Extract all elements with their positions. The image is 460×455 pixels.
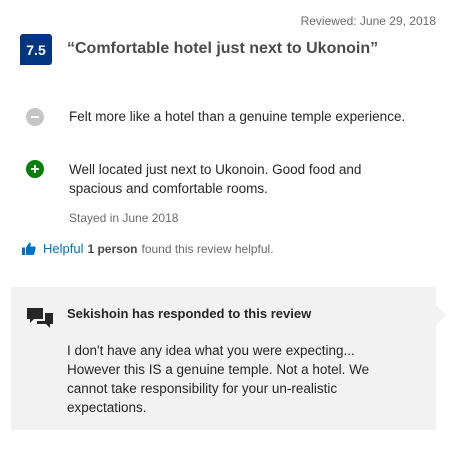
review-title: “Comfortable hotel just next to Ukonoin” xyxy=(67,40,379,57)
helpful-row: Helpful 1 person found this review helpf… xyxy=(22,241,274,256)
thumbs-up-icon[interactable] xyxy=(22,242,36,255)
review-date: Reviewed: June 29, 2018 xyxy=(300,14,436,28)
minus-circle-icon xyxy=(26,108,44,126)
helpful-button[interactable]: Helpful xyxy=(43,241,83,256)
review-negative-text: Felt more like a hotel than a genuine te… xyxy=(69,109,406,124)
review-positive-text: Well located just next to Ukonoin. Good … xyxy=(69,162,362,196)
property-response: Sekishoin has responded to this review I… xyxy=(11,287,446,430)
helpful-count: 1 person xyxy=(87,241,138,256)
response-body: I don't have any idea what you were expe… xyxy=(67,343,370,415)
chat-bubbles-icon xyxy=(27,308,53,328)
stay-date: Stayed in June 2018 xyxy=(69,211,179,225)
score-badge: 7.5 xyxy=(20,34,52,65)
plus-circle-icon xyxy=(26,160,44,178)
response-title: Sekishoin has responded to this review xyxy=(67,306,312,321)
helpful-suffix: found this review helpful. xyxy=(141,241,274,256)
